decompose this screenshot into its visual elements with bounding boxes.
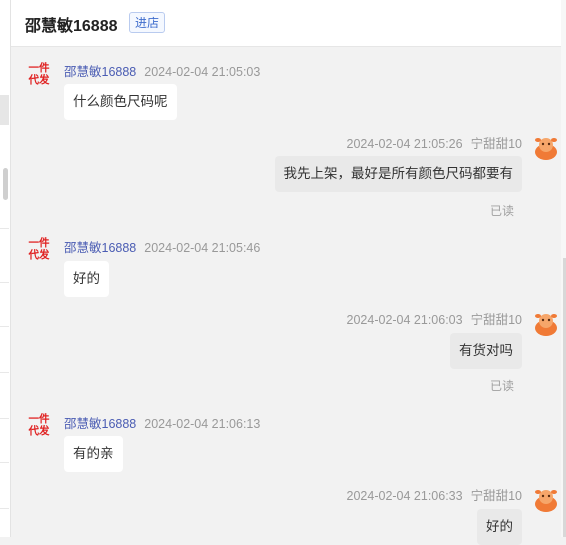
enter-shop-button[interactable]: 进店 [129,12,166,33]
badge-line: 代发 [28,249,50,261]
chat-scrollbar[interactable] [561,0,566,537]
message-time: 2024-02-04 21:05:26 [346,137,463,151]
message-bubble[interactable]: 有货对吗 [450,333,522,369]
message-time: 2024-02-04 21:06:03 [346,313,463,327]
chat-header: 邵慧敏16888 进店 [11,0,561,47]
left-panel-edge [0,0,11,537]
left-scrollbar-thumb[interactable] [3,168,8,200]
badge-line: 代发 [28,425,50,437]
sender-name[interactable]: 邵慧敏16888 [64,65,136,79]
message-time: 2024-02-04 21:06:13 [144,417,261,431]
message-bubble[interactable]: 好的 [477,509,522,545]
left-panel-divider [0,462,9,463]
message-meta: 邵慧敏16888 2024-02-04 21:05:46 [64,237,260,256]
sender-name[interactable]: 邵慧敏16888 [64,241,136,255]
left-panel-divider [0,372,9,373]
left-panel-divider [0,508,9,509]
sender-avatar-badge[interactable]: 一件 代发 [25,413,53,441]
message-bubble[interactable]: 什么颜色尺码呢 [64,84,177,120]
message-bubble[interactable]: 我先上架，最好是所有颜色尺码都要有 [274,156,522,192]
sender-name: 宁甜甜10 [470,313,522,327]
read-status: 已读 [489,204,514,218]
badge-line: 一件 [28,237,50,249]
sender-name: 宁甜甜10 [470,489,522,503]
left-panel-selection [0,95,9,125]
sender-avatar-badge[interactable]: 一件 代发 [25,62,53,90]
message-meta: 2024-02-04 21:05:26 宁甜甜10 [347,133,522,152]
message-time: 2024-02-04 21:05:03 [144,65,261,79]
badge-line: 一件 [28,413,50,425]
sender-name: 宁甜甜10 [470,137,522,151]
badge-line: 代发 [28,74,50,86]
message-bubble[interactable]: 有的亲 [64,436,123,472]
sender-name[interactable]: 邵慧敏16888 [64,417,136,431]
message-meta: 2024-02-04 21:06:03 宁甜甜10 [347,309,522,328]
message-bubble[interactable]: 好的 [64,261,109,297]
user-avatar-icon[interactable] [532,133,560,161]
message-time: 2024-02-04 21:05:46 [144,241,261,255]
badge-line: 一件 [28,62,50,74]
left-panel-divider [0,282,9,283]
message-meta: 2024-02-04 21:06:33 宁甜甜10 [347,485,522,504]
left-panel-divider [0,326,9,327]
user-avatar-icon[interactable] [532,309,560,337]
user-avatar-icon[interactable] [532,485,560,513]
left-panel-divider [0,418,9,419]
message-time: 2024-02-04 21:06:33 [346,489,463,503]
read-status: 已读 [489,379,514,393]
sender-avatar-badge[interactable]: 一件 代发 [25,237,53,265]
shop-name: 邵慧敏16888 [25,18,118,35]
left-panel-divider [0,228,9,229]
message-meta: 邵慧敏16888 2024-02-04 21:05:03 [64,61,260,80]
message-meta: 邵慧敏16888 2024-02-04 21:06:13 [64,413,260,432]
